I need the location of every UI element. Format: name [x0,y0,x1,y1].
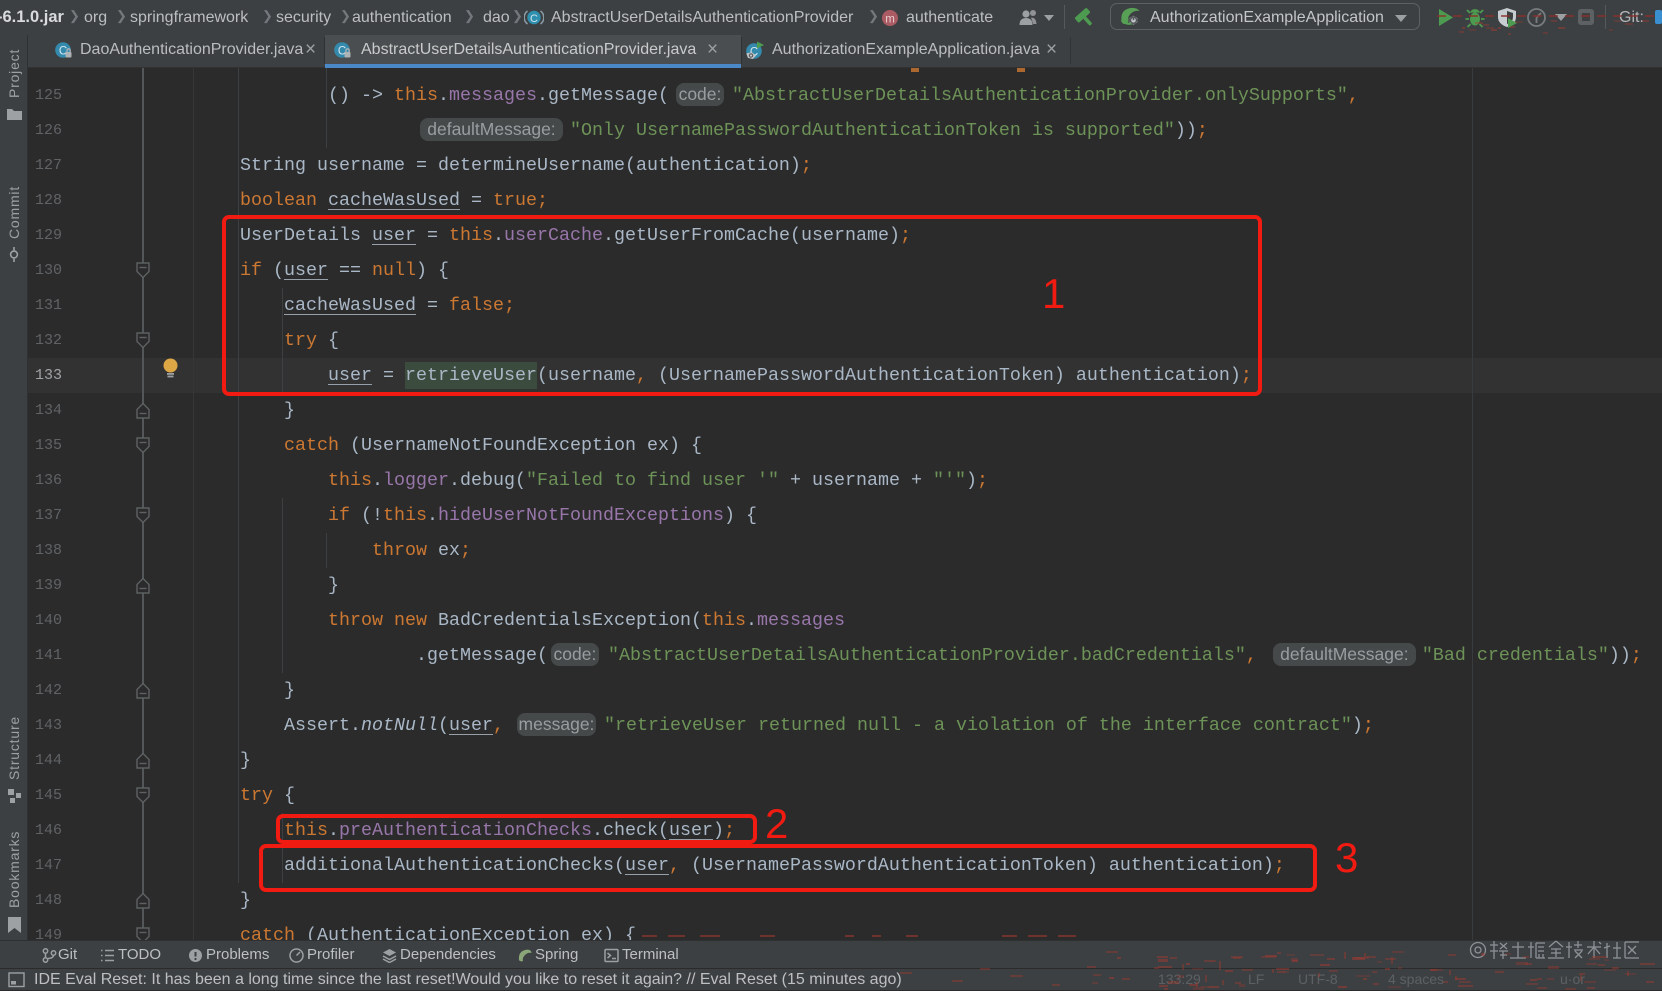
svg-text:m: m [885,14,895,26]
svg-text:C: C [530,13,538,25]
